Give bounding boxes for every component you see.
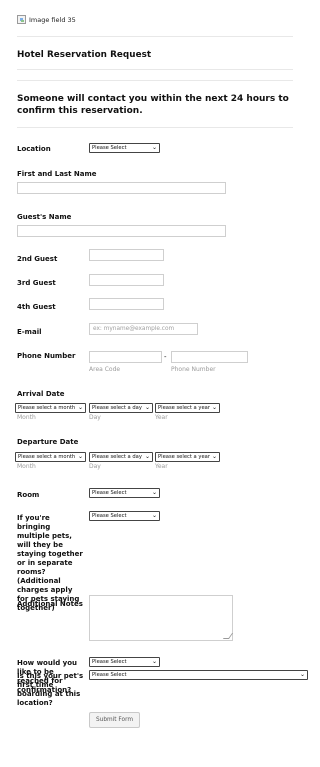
divider: [17, 69, 293, 70]
departure-month-select[interactable]: Please select a month ⌄: [15, 452, 86, 462]
pets-staying-select[interactable]: Please Select ⌄: [89, 511, 160, 521]
guest4-input[interactable]: [89, 298, 164, 310]
departure-month-caption: Month: [17, 463, 36, 470]
arrival-month-select[interactable]: Please select a month ⌄: [15, 403, 86, 413]
chevron-down-icon: ⌄: [299, 671, 305, 678]
guests-name-input[interactable]: [17, 225, 226, 237]
pets-staying-label: If you're bringing multiple pets, will t…: [17, 514, 83, 612]
submit-form-button[interactable]: Submit Form: [89, 712, 140, 728]
chevron-down-icon: ⌄: [77, 404, 83, 411]
resize-handle-icon[interactable]: [222, 633, 234, 639]
phone-number-caption: Phone Number: [171, 366, 216, 373]
phone-area-code-input[interactable]: [89, 351, 162, 363]
departure-year-selected-value: Please select a year: [158, 454, 210, 460]
confirmation-method-selected-value: Please Select: [92, 659, 127, 665]
chevron-down-icon: ⌄: [77, 453, 83, 460]
chevron-down-icon: ⌄: [151, 512, 157, 519]
divider: [17, 127, 293, 128]
location-select[interactable]: Please Select ⌄: [89, 143, 160, 153]
chevron-down-icon: ⌄: [144, 453, 150, 460]
guest3-input[interactable]: [89, 274, 164, 286]
pets-staying-selected-value: Please Select: [92, 513, 127, 519]
chevron-down-icon: ⌄: [151, 144, 157, 151]
confirmation-note: Someone will contact you within the next…: [17, 94, 289, 116]
guest3-label: 3rd Guest: [17, 279, 56, 287]
arrival-date-label: Arrival Date: [17, 390, 65, 398]
email-label: E-mail: [17, 328, 42, 336]
room-selected-value: Please Select: [92, 490, 127, 496]
email-placeholder: ex: myname@example.com: [93, 326, 175, 332]
area-code-caption: Area Code: [89, 366, 121, 373]
confirmation-method-select[interactable]: Please Select ⌄: [89, 657, 160, 667]
chevron-down-icon: ⌄: [211, 404, 217, 411]
first-time-boarding-label: Is this your pet's first time boarding a…: [17, 672, 84, 707]
room-label: Room: [17, 491, 40, 499]
location-label: Location: [17, 145, 51, 153]
departure-year-select[interactable]: Please select a year ⌄: [155, 452, 220, 462]
arrival-month-caption: Month: [17, 414, 36, 421]
arrival-month-selected-value: Please select a month: [18, 405, 76, 411]
location-selected-value: Please Select: [92, 145, 127, 151]
first-last-name-input[interactable]: [17, 182, 226, 194]
chevron-down-icon: ⌄: [151, 489, 157, 496]
departure-month-selected-value: Please select a month: [18, 454, 76, 460]
arrival-year-select[interactable]: Please select a year ⌄: [155, 403, 220, 413]
guest2-input[interactable]: [89, 249, 164, 261]
chevron-down-icon: ⌄: [151, 658, 157, 665]
phone-label: Phone Number: [17, 352, 76, 360]
arrival-day-caption: Day: [89, 414, 101, 421]
broken-image-icon: [17, 15, 26, 24]
departure-year-caption: Year: [155, 463, 168, 470]
departure-date-label: Departure Date: [17, 438, 79, 446]
arrival-day-selected-value: Please select a day: [92, 405, 142, 411]
additional-notes-label: Additional Notes: [17, 600, 83, 608]
guests-name-label: Guest's Name: [17, 213, 72, 221]
page-title: Hotel Reservation Request: [17, 50, 152, 60]
phone-number-input[interactable]: [171, 351, 248, 363]
departure-day-selected-value: Please select a day: [92, 454, 142, 460]
divider: [17, 36, 293, 37]
chevron-down-icon: ⌄: [211, 453, 217, 460]
room-select[interactable]: Please Select ⌄: [89, 488, 160, 498]
first-time-boarding-select[interactable]: Please Select ⌄: [89, 670, 308, 680]
first-time-boarding-selected-value: Please Select: [92, 672, 127, 678]
additional-notes-textarea[interactable]: [89, 595, 234, 641]
arrival-day-select[interactable]: Please select a day ⌄: [89, 403, 153, 413]
guest2-label: 2nd Guest: [17, 255, 58, 263]
departure-day-caption: Day: [89, 463, 101, 470]
image-field-alt-text: Image field 35: [29, 15, 76, 24]
first-last-name-label: First and Last Name: [17, 170, 97, 178]
phone-separator: -: [164, 353, 167, 361]
arrival-year-selected-value: Please select a year: [158, 405, 210, 411]
departure-day-select[interactable]: Please select a day ⌄: [89, 452, 153, 462]
image-field-placeholder: Image field 35: [17, 15, 76, 24]
guest4-label: 4th Guest: [17, 303, 56, 311]
arrival-year-caption: Year: [155, 414, 168, 421]
email-input[interactable]: ex: myname@example.com: [89, 323, 198, 335]
chevron-down-icon: ⌄: [144, 404, 150, 411]
divider: [17, 80, 293, 81]
